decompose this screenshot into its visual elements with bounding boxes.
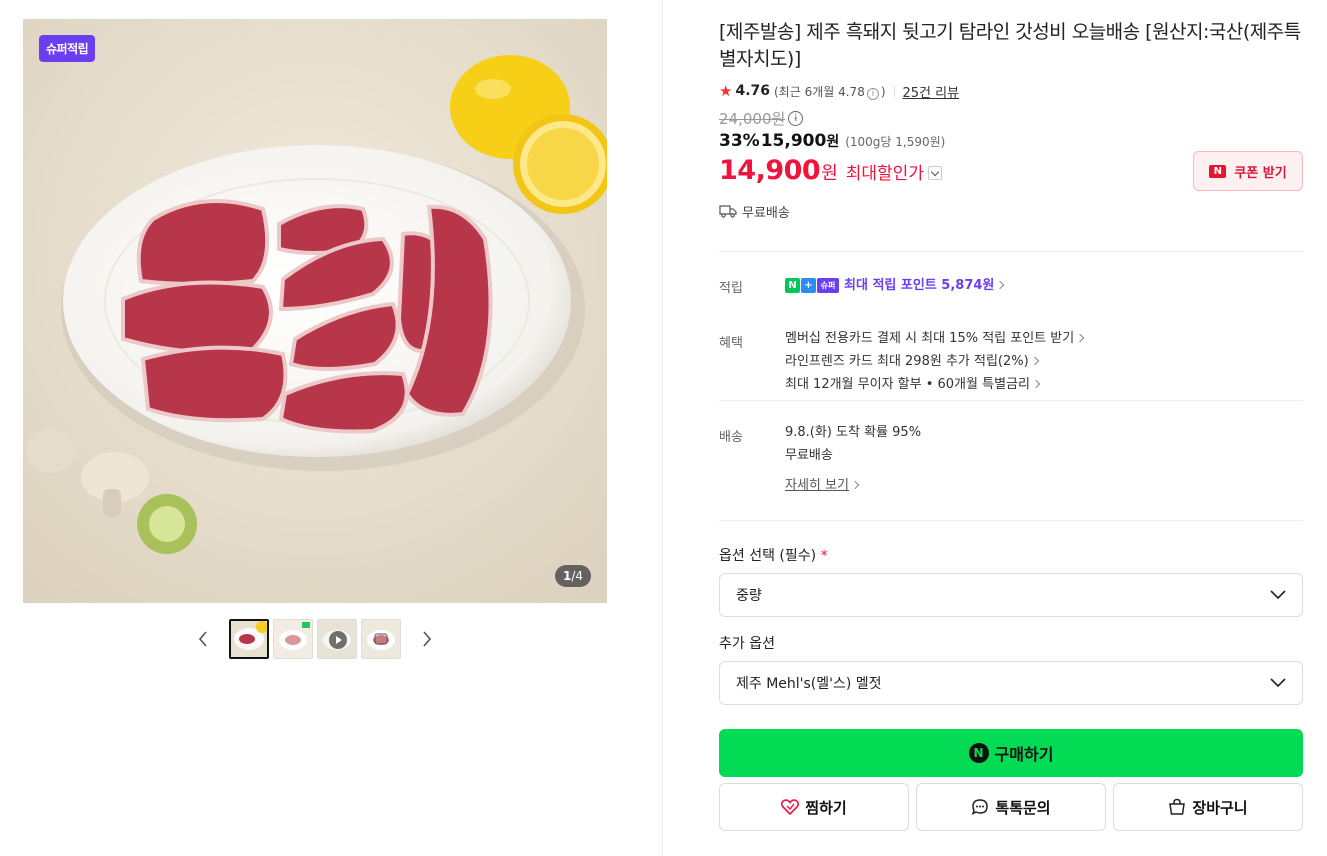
chevron-right-icon [996, 280, 1005, 289]
naver-n-icon: N [1209, 164, 1227, 178]
buy-button-label: 구매하기 [994, 745, 1054, 764]
naver-badge-icon: N [785, 278, 800, 293]
thumbnail-2[interactable] [273, 619, 313, 659]
required-option-value: 중량 [736, 588, 762, 604]
points-label: 적립 [719, 281, 743, 296]
sale-price-unit: 원 [826, 134, 840, 150]
thumbnail-4[interactable] [361, 619, 401, 659]
product-gallery: 슈퍼적립 1/4 [23, 19, 607, 659]
rating-recent-text: (최근 6개월 4.78 [774, 84, 865, 99]
rating-row: ★ 4.76 (최근 6개월 4.78 i) 25건 리뷰 [719, 81, 1303, 101]
benefit-item-text: 라인프렌즈 카드 최대 298원 추가 적립(2%) [785, 354, 1029, 369]
chat-bubble-icon [972, 799, 989, 815]
rating-recent-close: ) [880, 84, 886, 99]
divider [719, 251, 1303, 252]
main-product-image[interactable]: 슈퍼적립 1/4 [23, 19, 607, 603]
info-icon[interactable]: i [866, 87, 879, 100]
required-option-text: 옵션 선택 (필수) [719, 548, 817, 564]
coupon-button[interactable]: N 쿠폰 받기 [1193, 151, 1303, 191]
chevron-down-icon[interactable] [927, 166, 942, 180]
wish-button-label: 찜하기 [805, 798, 847, 817]
coupon-button-label: 쿠폰 받기 [1234, 165, 1287, 181]
delivery-info: 9.8.(화) 도착 확률 95% 무료배송 자세히 보기 [785, 421, 921, 497]
extra-option-value: 제주 Mehl's(멜'스) 멜젓 [736, 676, 882, 692]
delivery-section: 배송 9.8.(화) 도착 확률 95% 무료배송 자세히 보기 [719, 421, 1303, 511]
play-icon [329, 631, 347, 649]
product-title: [제주발송] 제주 흑돼지 뒷고기 탐라인 갓성비 오늘배송 [원산지:국산(제… [719, 21, 1301, 70]
thumbnail-video[interactable] [317, 619, 357, 659]
benefit-label: 혜택 [719, 336, 743, 351]
required-option-select[interactable]: 중량 [719, 573, 1303, 617]
wish-button[interactable]: 찜하기 [719, 783, 909, 831]
divider [719, 520, 1303, 521]
required-option-label: 옵션 선택 (필수) * [719, 545, 828, 565]
max-discount-label: 최대할인가 [845, 164, 924, 184]
delivery-detail-link[interactable]: 자세히 보기 [785, 474, 921, 497]
delivery-fee: 무료배송 [785, 448, 833, 463]
extra-option-label: 추가 옵션 [719, 636, 775, 652]
thumbnail-next-button[interactable] [415, 627, 439, 651]
super-badge-icon: 슈퍼 [817, 278, 839, 293]
heart-icon [781, 799, 800, 815]
rating-recent: (최근 6개월 4.78 i) [774, 83, 886, 100]
unit-price: (100g당 1,590원) [845, 135, 946, 149]
rating-value: 4.76 [735, 83, 770, 99]
thumbnail-strip [23, 619, 607, 659]
talk-button[interactable]: 톡톡문의 [916, 783, 1106, 831]
original-price-row: 24,000원 i [719, 107, 1303, 129]
chevron-down-icon [1270, 590, 1286, 600]
separator [893, 85, 895, 97]
benefits-section: 적립 N + 슈퍼 최대 적립 포인트 5,874원 혜택 멤버십 전용카드 결… [719, 274, 1303, 392]
original-price: 24,000원 [719, 109, 786, 128]
chevron-right-icon [1075, 333, 1085, 343]
delivery-arrival: 9.8.(화) 도착 확률 95% [785, 425, 922, 440]
benefit-item-text: 최대 12개월 무이자 할부 • 60개월 특별금리 [785, 377, 1030, 392]
sale-price-row: 33% 15,900 원 (100g당 1,590원) [719, 131, 1303, 153]
benefit-item[interactable]: 멤버십 전용카드 결제 시 최대 15% 적립 포인트 받기 [785, 327, 1085, 350]
image-counter-total: /4 [571, 569, 583, 583]
delivery-label: 배송 [719, 430, 743, 445]
naver-n-icon: N [968, 743, 989, 763]
benefit-list: 멤버십 전용카드 결제 시 최대 15% 적립 포인트 받기 라인프렌즈 카드 … [785, 327, 1085, 396]
super-points-badge: 슈퍼적립 [39, 35, 96, 62]
chevron-right-icon [1031, 379, 1041, 389]
thumbnail-prev-button[interactable] [191, 627, 215, 651]
plus-badge-icon: + [801, 278, 816, 293]
benefit-item[interactable]: 라인프렌즈 카드 최대 298원 추가 적립(2%) [785, 350, 1083, 373]
chevron-left-icon [198, 631, 207, 647]
extra-option-select[interactable]: 제주 Mehl's(멜'스) 멜젓 [719, 661, 1303, 705]
talk-button-label: 톡톡문의 [995, 798, 1051, 817]
thumbnail-1[interactable] [229, 619, 269, 659]
points-row[interactable]: N + 슈퍼 최대 적립 포인트 5,874원 [785, 274, 1005, 297]
truck-icon [719, 205, 737, 218]
required-mark: * [820, 548, 828, 564]
review-link[interactable]: 25건 리뷰 [903, 82, 960, 101]
cart-button-label: 장바구니 [1192, 798, 1248, 817]
star-icon: ★ [719, 82, 733, 100]
buy-button[interactable]: N 구매하기 [719, 729, 1303, 777]
secondary-actions: 찜하기 톡톡문의 장바구니 [719, 783, 1303, 831]
price-info-icon[interactable]: i [788, 110, 804, 126]
max-discount-price: 14,900 [719, 155, 821, 186]
divider [719, 400, 1303, 401]
discount-percent: 33% [719, 131, 760, 151]
product-info: [제주발송] 제주 흑돼지 뒷고기 탐라인 갓성비 오늘배송 [원산지:국산(제… [719, 19, 1303, 831]
chevron-right-icon [850, 480, 860, 490]
benefit-item[interactable]: 최대 12개월 무이자 할부 • 60개월 특별금리 [785, 373, 1083, 396]
points-text: 최대 적립 포인트 5,874원 [844, 278, 995, 293]
shopping-bag-icon [1169, 798, 1186, 815]
free-shipping-text: 무료배송 [742, 205, 790, 221]
chevron-right-icon [423, 631, 432, 647]
max-discount-unit: 원 [821, 163, 838, 184]
column-divider [662, 0, 663, 856]
cart-button[interactable]: 장바구니 [1113, 783, 1303, 831]
chevron-down-icon [1270, 678, 1286, 688]
sale-price: 15,900 [760, 131, 827, 151]
free-shipping-row: 무료배송 [719, 201, 1303, 221]
image-counter: 1/4 [554, 565, 591, 587]
benefit-item-text: 멤버십 전용카드 결제 시 최대 15% 적립 포인트 받기 [785, 331, 1075, 346]
delivery-detail-text: 자세히 보기 [785, 478, 849, 493]
chevron-right-icon [1030, 356, 1039, 366]
